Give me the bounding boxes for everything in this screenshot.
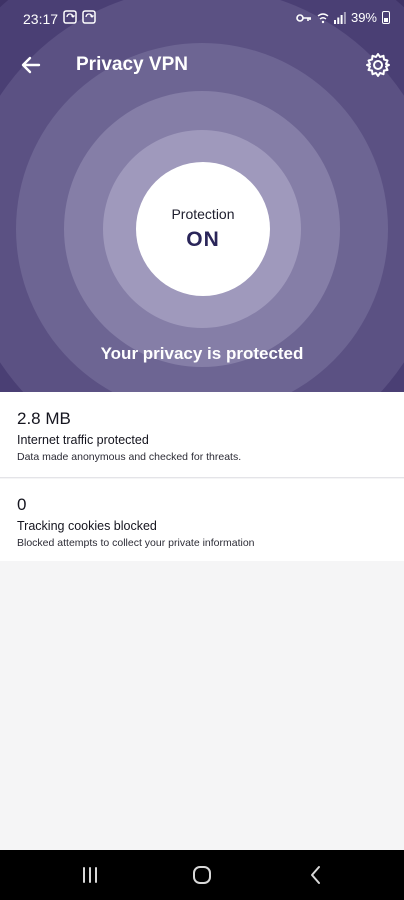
stat-traffic-protected: 2.8 MB Internet traffic protected Data m… <box>0 392 404 478</box>
protection-hero: 23:17 39% Privacy VPN Protection ON Your… <box>0 0 404 392</box>
wifi-icon <box>317 12 329 23</box>
stat-cookies-blocked: 0 Tracking cookies blocked Blocked attem… <box>0 479 404 561</box>
status-time: 23:17 <box>23 11 59 27</box>
page-title: Privacy VPN <box>76 54 188 75</box>
stat-value: 0 <box>17 495 27 514</box>
stat-description: Data made anonymous and checked for thre… <box>17 451 242 463</box>
gear-icon <box>366 53 390 77</box>
stat-title: Tracking cookies blocked <box>17 519 157 533</box>
vpn-key-icon <box>296 13 311 22</box>
recent-apps-icon <box>83 867 97 883</box>
status-bar: 23:17 39% <box>0 0 404 40</box>
nav-back-button[interactable] <box>304 864 328 886</box>
battery-percent: 39% <box>350 10 377 25</box>
battery-icon <box>382 11 390 24</box>
back-button[interactable] <box>18 52 44 78</box>
protection-state: ON <box>186 228 220 251</box>
stat-value: 2.8 MB <box>17 409 71 428</box>
home-icon <box>193 866 211 884</box>
settings-button[interactable] <box>364 51 392 79</box>
sync-icon <box>81 10 96 24</box>
system-navigation-bar <box>0 850 404 900</box>
privacy-status-message: Your privacy is protected <box>100 344 304 363</box>
stat-description: Blocked attempts to collect your private… <box>17 537 255 549</box>
sync-icon <box>63 10 77 24</box>
notification-icons <box>63 10 96 27</box>
back-icon <box>311 866 320 884</box>
signal-icon <box>333 11 346 24</box>
back-arrow-icon <box>21 56 41 74</box>
home-button[interactable] <box>190 864 214 886</box>
protection-status-circle[interactable]: Protection ON <box>136 162 270 296</box>
stat-title: Internet traffic protected <box>17 433 149 447</box>
protection-label: Protection <box>171 206 235 222</box>
status-right-group: 39% <box>296 10 390 25</box>
recent-apps-button[interactable] <box>78 864 102 886</box>
